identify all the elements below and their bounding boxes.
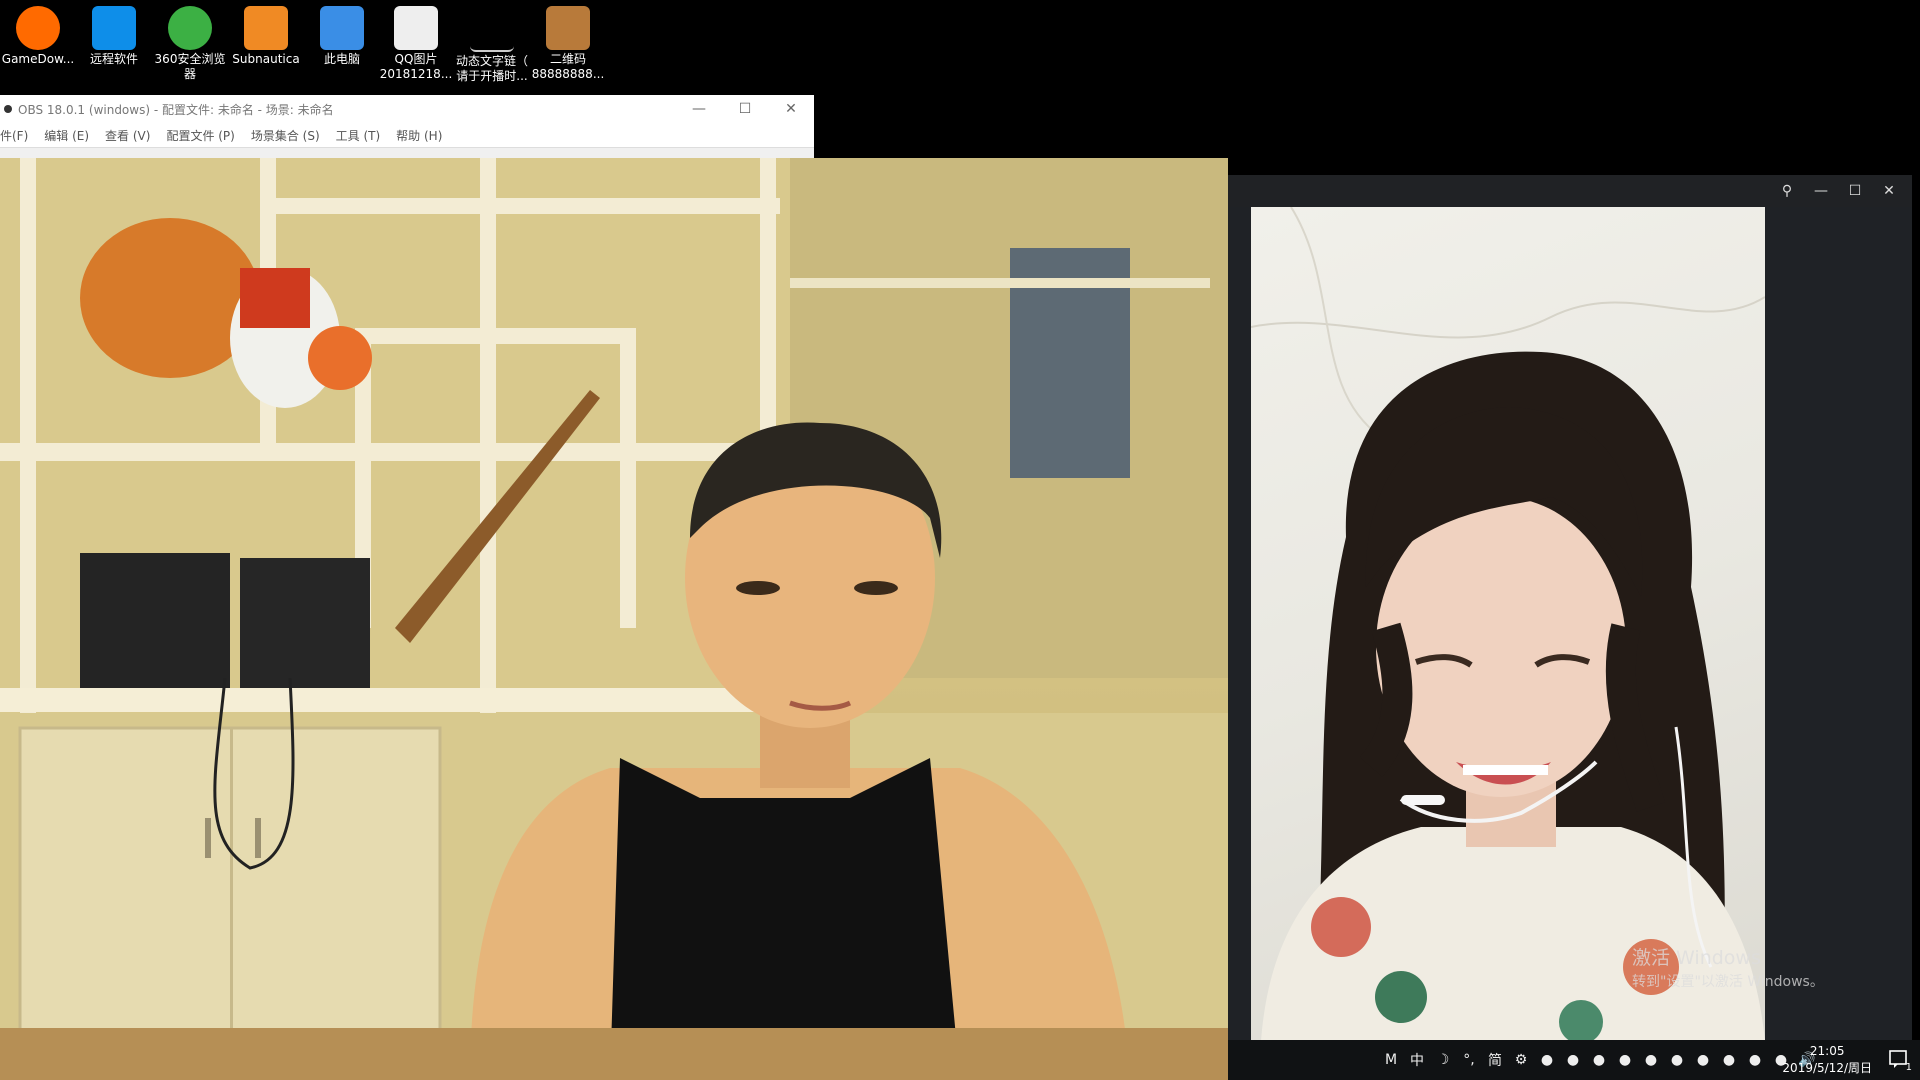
desktop-icon-image-file[interactable]: QQ图片 20181218... [378,4,454,82]
360-browser-icon [168,6,212,50]
this-pc-icon [320,6,364,50]
tray-icon-2[interactable]: ☽ [1431,1048,1455,1072]
notification-center-icon[interactable]: 1 [1888,1048,1912,1073]
tray-icons: M 中 ☽ °, 简 ⚙ ● ● ● ● ● ● ● ● ● ● 🔊 [1378,1048,1820,1072]
menu-scene-collection[interactable]: 场景集合 (S) [251,127,320,144]
desktop-icon-label: GameDow... [1,52,75,66]
guest-scene-illustration [1251,207,1765,1041]
desktop-icon-qrcode-image[interactable]: 二维码 88888888... [530,4,606,82]
tray-icon-0[interactable]: M [1379,1048,1403,1072]
streamer-webcam-feed [0,158,1228,1080]
tray-icon-12[interactable]: ● [1691,1048,1715,1072]
desktop-icon-label: Subnautica [232,52,300,66]
video-minimize-button[interactable]: — [1804,175,1838,207]
desktop-icon-label: QQ图片 20181218... [379,52,453,81]
room-scene-illustration [0,158,1228,1080]
obs-window: OBS 18.0.1 (windows) - 配置文件: 未命名 - 场景: 未… [0,95,814,158]
video-window-titlebar[interactable]: ⚲ — ☐ ✕ [1228,175,1912,207]
menu-profile[interactable]: 配置文件 (P) [166,127,234,144]
menu-edit[interactable]: 编辑 (E) [44,127,89,144]
pin-icon[interactable]: ⚲ [1770,175,1804,207]
teamviewer-icon [92,6,136,50]
obs-toolbar-strip [0,147,814,158]
desktop-icon-label: 此电脑 [323,52,360,66]
desktop-icon-teamviewer[interactable]: 远程软件 [76,4,152,67]
video-close-button[interactable]: ✕ [1872,175,1906,207]
tray-icon-7[interactable]: ● [1561,1048,1585,1072]
desktop-icon-subnautica[interactable]: Subnautica [228,4,304,67]
tray-icon-9[interactable]: ● [1613,1048,1637,1072]
tray-icon-6[interactable]: ● [1535,1048,1559,1072]
desktop-icon-label: 二维码 88888888... [531,52,605,81]
tray-icon-14[interactable]: ● [1743,1048,1767,1072]
menu-view[interactable]: 查看 (V) [105,127,150,144]
image-file-icon [394,6,438,50]
qrcode-image-icon [546,6,590,50]
tray-icon-5[interactable]: ⚙ [1509,1048,1533,1072]
obs-maximize-button[interactable]: ☐ [722,95,768,123]
tray-icon-11[interactable]: ● [1665,1048,1689,1072]
desktop-icon-this-pc[interactable]: 此电脑 [304,4,380,67]
watermark-line2: 转到"设置"以激活 Windows。 [1632,974,1824,990]
system-tray: M 中 ☽ °, 简 ⚙ ● ● ● ● ● ● ● ● ● ● 🔊 21:05 2019/5/12/周日 1 [1228,1040,1920,1080]
desktop-icon-text-file[interactable]: 动态文字链（ 请于开播时... [454,4,530,84]
tray-clock[interactable]: 21:05 2019/5/12/周日 [1782,1043,1872,1077]
tray-icon-10[interactable]: ● [1639,1048,1663,1072]
tray-icon-3[interactable]: °, [1457,1048,1481,1072]
gamedownload-icon [16,6,60,50]
text-file-icon [470,30,514,52]
desktop-icon-label: 360安全浏览 器 [154,52,226,81]
menu-help[interactable]: 帮助 (H) [396,127,442,144]
tray-icon-8[interactable]: ● [1587,1048,1611,1072]
obs-menubar: 件(F) 编辑 (E) 查看 (V) 配置文件 (P) 场景集合 (S) 工具 … [0,123,814,147]
desktop-icon-label: 远程软件 [89,52,138,66]
obs-close-button[interactable]: ✕ [768,95,814,123]
obs-logo-icon [4,105,12,113]
desktop-icon-360-browser[interactable]: 360安全浏览 器 [152,4,228,82]
menu-tools[interactable]: 工具 (T) [336,127,381,144]
video-maximize-button[interactable]: ☐ [1838,175,1872,207]
obs-window-title: OBS 18.0.1 (windows) - 配置文件: 未命名 - 场景: 未… [18,102,334,117]
tray-time: 21:05 [1809,1044,1845,1058]
tray-icon-1[interactable]: 中 [1405,1048,1429,1072]
tray-icon-13[interactable]: ● [1717,1048,1741,1072]
windows-activation-watermark: 激活 Windows 转到"设置"以激活 Windows。 [1632,946,1824,994]
desktop-icon-label: 动态文字链（ 请于开播时... [455,54,528,83]
desktop-icon-gamedownload[interactable]: GameDow... [0,4,76,67]
menu-file[interactable]: 件(F) [0,127,28,144]
obs-minimize-button[interactable]: — [676,95,722,123]
guest-webcam-feed [1251,207,1765,1041]
tray-date: 2019/5/12/周日 [1782,1061,1872,1075]
watermark-line1: 激活 Windows [1632,947,1761,969]
notification-count: 1 [1905,1062,1912,1073]
video-call-window: ⚲ — ☐ ✕ [1228,175,1912,1080]
subnautica-icon [244,6,288,50]
tray-icon-4[interactable]: 简 [1483,1048,1507,1072]
